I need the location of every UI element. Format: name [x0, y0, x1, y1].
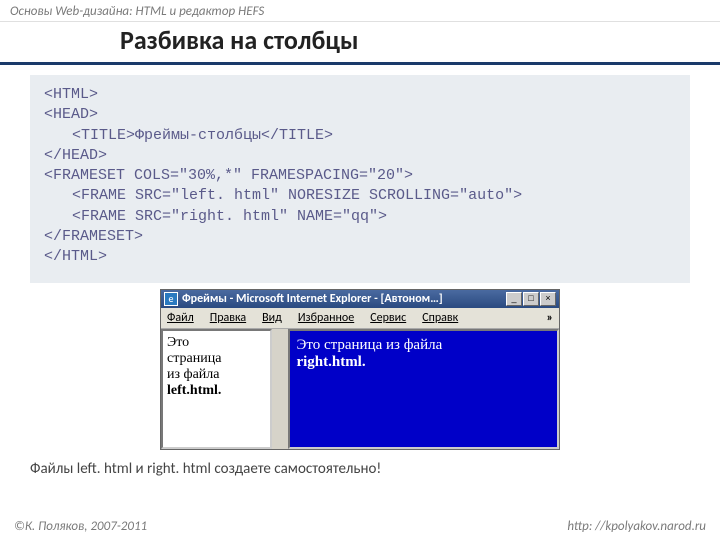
- frame-right: Это страница из файла right.html.: [288, 329, 559, 449]
- menu-edit[interactable]: Правка: [210, 311, 246, 325]
- maximize-button[interactable]: □: [523, 292, 539, 306]
- window-titlebar[interactable]: e Фреймы - Microsoft Internet Explorer -…: [161, 290, 559, 308]
- menu-tools[interactable]: Сервис: [370, 311, 406, 325]
- code-line: <FRAME SRC="left. html" NORESIZE SCROLLI…: [44, 186, 676, 206]
- frame-text: Это страница из файла: [296, 337, 551, 354]
- code-line: </HTML>: [44, 247, 676, 267]
- code-line: <FRAME SRC="right. html" NAME="qq">: [44, 207, 676, 227]
- frame-text: страница: [167, 351, 266, 367]
- code-line: </HEAD>: [44, 146, 676, 166]
- frame-text: из файла: [167, 367, 266, 383]
- page-header: Основы Web-дизайна: HTML и редактор HEFS: [0, 0, 720, 22]
- code-line: <HTML>: [44, 85, 676, 105]
- page-title: Разбивка на столбцы: [0, 22, 720, 65]
- frameset: Это страница из файла left.html. Это стр…: [161, 329, 559, 449]
- ie-icon: e: [164, 292, 178, 306]
- frame-spacing: [272, 329, 288, 449]
- minimize-button[interactable]: _: [506, 292, 522, 306]
- menu-bar: Файл Правка Вид Избранное Сервис Справк …: [161, 308, 559, 329]
- close-button[interactable]: ×: [540, 292, 556, 306]
- code-line: <HEAD>: [44, 105, 676, 125]
- browser-window: e Фреймы - Microsoft Internet Explorer -…: [160, 289, 560, 450]
- note-text: Файлы left. html и right. html создаете …: [0, 450, 720, 478]
- menu-help[interactable]: Справк: [422, 311, 458, 325]
- code-line: <FRAMESET COLS="30%,*" FRAMESPACING="20"…: [44, 166, 676, 186]
- menu-favorites[interactable]: Избранное: [298, 311, 354, 325]
- frame-text: right.html.: [296, 354, 551, 371]
- frame-text: left.html.: [167, 383, 266, 399]
- code-line: <TITLE>Фреймы-столбцы</TITLE>: [44, 126, 676, 146]
- code-listing: <HTML> <HEAD> <TITLE>Фреймы-столбцы</TIT…: [30, 75, 690, 283]
- menu-view[interactable]: Вид: [262, 311, 282, 325]
- menu-file[interactable]: Файл: [167, 311, 194, 325]
- menu-overflow-icon[interactable]: »: [547, 311, 553, 325]
- copyright: ©К. Поляков, 2007-2011: [14, 519, 147, 534]
- page-footer: ©К. Поляков, 2007-2011 http: //kpolyakov…: [0, 519, 720, 534]
- code-line: </FRAMESET>: [44, 227, 676, 247]
- window-title: Фреймы - Microsoft Internet Explorer - […: [182, 292, 506, 306]
- footer-url: http: //kpolyakov.narod.ru: [567, 519, 706, 534]
- frame-left: Это страница из файла left.html.: [161, 329, 272, 449]
- frame-text: Это: [167, 335, 266, 351]
